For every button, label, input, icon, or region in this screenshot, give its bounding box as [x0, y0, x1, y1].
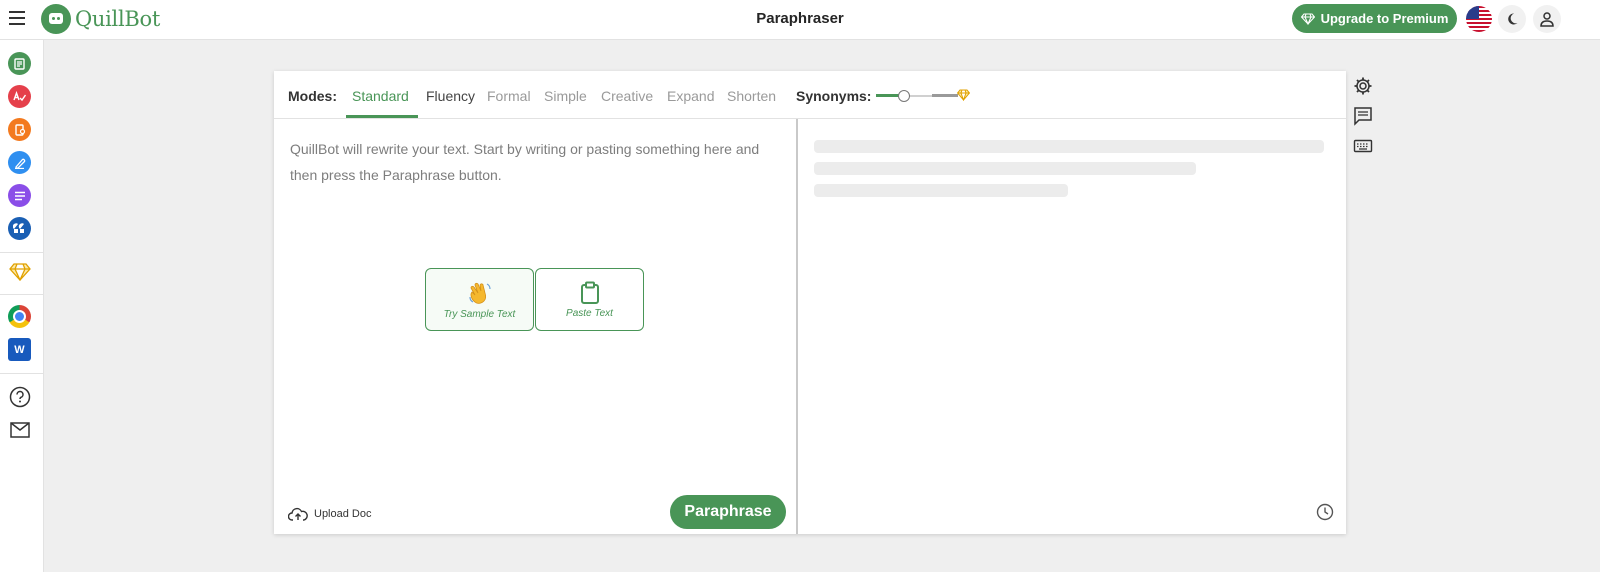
- comment-feedback-icon[interactable]: [1353, 106, 1373, 126]
- tab-formal[interactable]: Formal: [487, 88, 531, 104]
- settings-gear-icon[interactable]: [1353, 76, 1373, 96]
- paste-text-button[interactable]: Paste Text: [535, 268, 644, 331]
- tab-shorten[interactable]: Shorten: [727, 88, 776, 104]
- diamond-icon: [1300, 12, 1315, 25]
- moon-icon[interactable]: [1498, 5, 1526, 33]
- synonyms-slider-thumb[interactable]: [898, 90, 910, 102]
- chrome-extension-icon[interactable]: [8, 305, 31, 328]
- clipboard-icon: [580, 281, 599, 304]
- plagiarism-checker-icon[interactable]: [8, 118, 31, 141]
- input-placeholder[interactable]: QuillBot will rewrite your text. Start b…: [290, 136, 780, 188]
- premium-gem-icon: [957, 89, 970, 101]
- tab-fluency[interactable]: Fluency: [426, 88, 475, 104]
- paraphraser-icon[interactable]: [8, 52, 31, 75]
- synonyms-slider[interactable]: [876, 89, 971, 103]
- modes-label: Modes:: [288, 88, 337, 104]
- top-bar: QuillBot Paraphraser Upgrade to Premium: [0, 0, 1600, 40]
- try-sample-text-button[interactable]: Try Sample Text: [425, 268, 534, 331]
- word-addin-icon[interactable]: W: [8, 338, 31, 361]
- cloud-upload-icon: [288, 507, 308, 521]
- paraphrase-button[interactable]: Paraphrase: [670, 495, 786, 529]
- flag-us-icon[interactable]: [1466, 6, 1492, 32]
- help-icon[interactable]: [8, 385, 31, 408]
- citation-generator-icon[interactable]: [8, 217, 31, 240]
- waving-hand-icon: [468, 282, 491, 304]
- tab-expand[interactable]: Expand: [667, 88, 714, 104]
- active-tab-indicator: [346, 115, 418, 118]
- paraphraser-card: Modes: Standard Fluency Formal Simple Cr…: [274, 71, 1346, 534]
- output-pane: [798, 119, 1346, 534]
- tab-creative[interactable]: Creative: [601, 88, 653, 104]
- output-skeleton-line: [814, 184, 1068, 197]
- input-pane[interactable]: QuillBot will rewrite your text. Start b…: [274, 119, 796, 534]
- try-sample-text-label: Try Sample Text: [443, 308, 516, 320]
- upgrade-label: Upgrade to Premium: [1320, 11, 1449, 26]
- synonyms-label: Synonyms:: [796, 88, 872, 104]
- premium-diamond-icon[interactable]: [8, 260, 31, 283]
- paste-text-label: Paste Text: [566, 307, 613, 319]
- grammar-checker-icon[interactable]: [8, 85, 31, 108]
- history-clock-icon[interactable]: [1316, 503, 1334, 521]
- output-skeleton-line: [814, 140, 1324, 153]
- upgrade-button[interactable]: Upgrade to Premium: [1292, 4, 1457, 33]
- summarizer-icon[interactable]: [8, 184, 31, 207]
- tab-standard[interactable]: Standard: [352, 88, 409, 104]
- output-skeleton-line: [814, 162, 1196, 175]
- co-writer-icon[interactable]: [8, 151, 31, 174]
- mail-icon[interactable]: [8, 418, 31, 441]
- modes-bar: Modes: Standard Fluency Formal Simple Cr…: [274, 71, 1346, 119]
- left-sidebar: W: [0, 40, 44, 572]
- upload-doc-label: Upload Doc: [314, 508, 372, 520]
- tab-simple[interactable]: Simple: [544, 88, 587, 104]
- upload-doc-button[interactable]: Upload Doc: [288, 504, 371, 524]
- keyboard-shortcuts-icon[interactable]: [1353, 136, 1373, 156]
- user-icon[interactable]: [1533, 5, 1561, 33]
